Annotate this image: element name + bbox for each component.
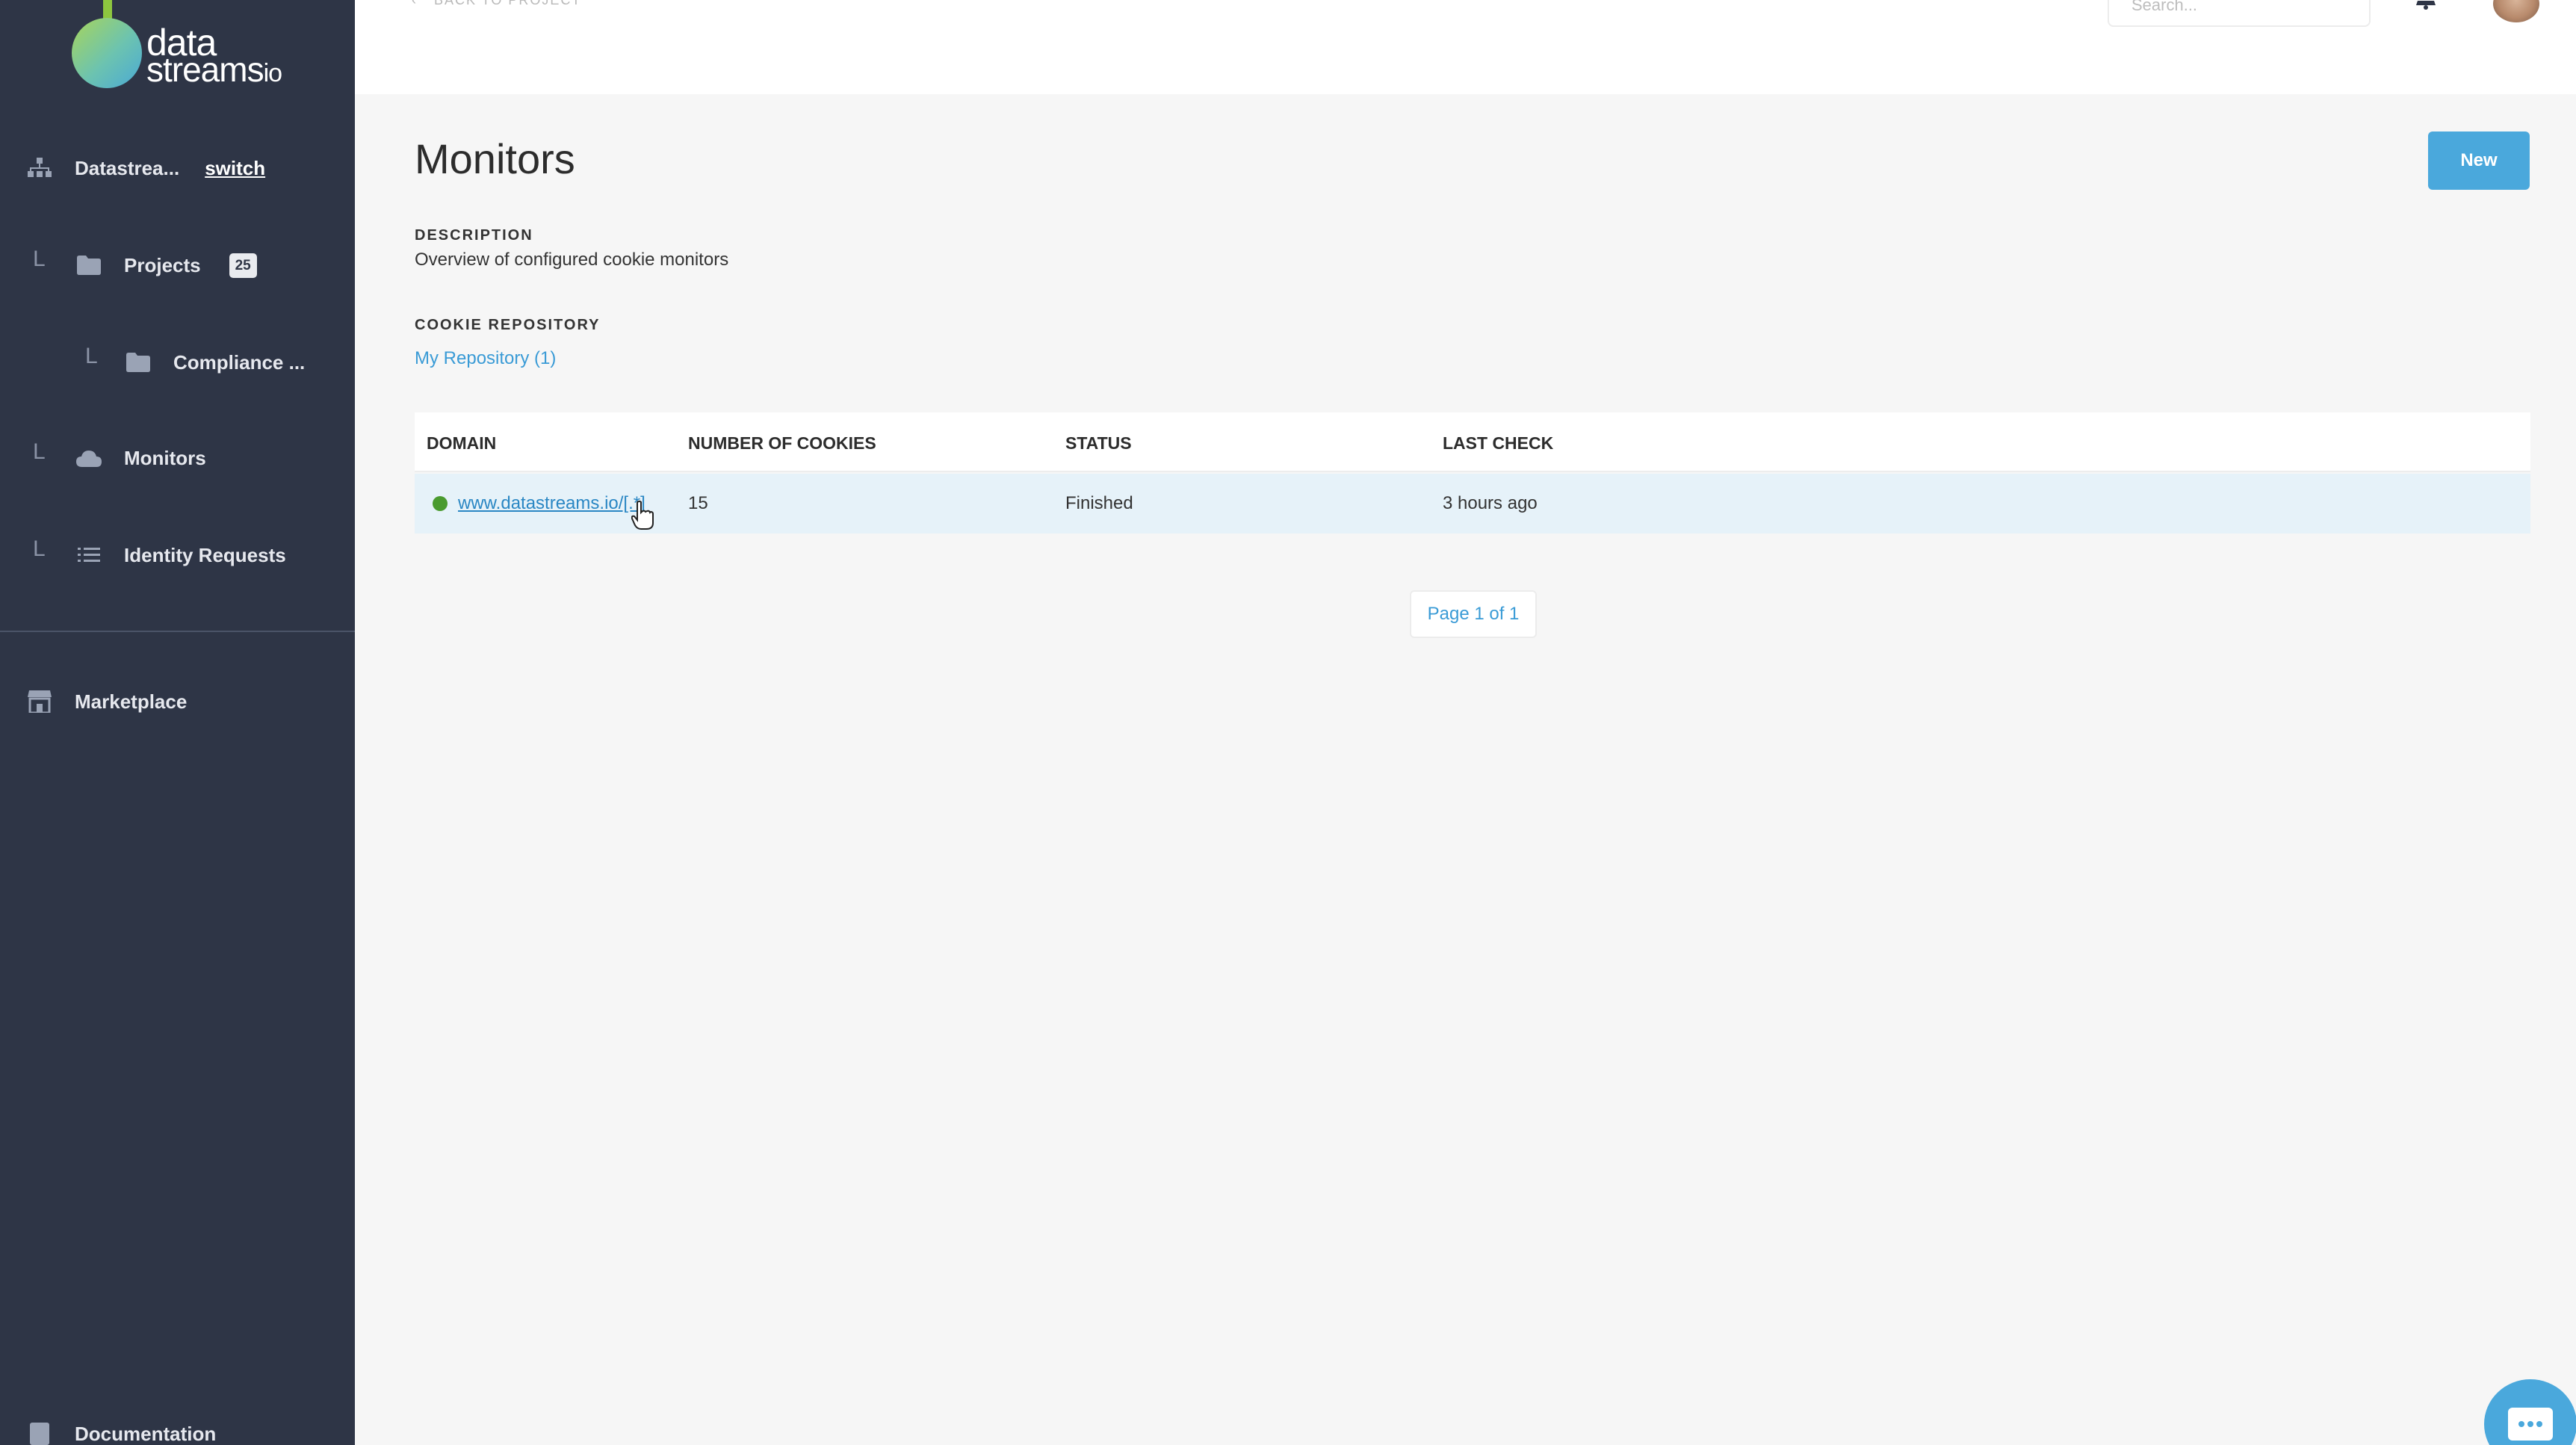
sidebar-org-row: Datastrea... switch: [27, 155, 265, 181]
new-monitor-button[interactable]: New: [2428, 131, 2530, 190]
sidebar-item-identity-requests[interactable]: Identity Requests: [76, 542, 286, 568]
sidebar-item-compliance[interactable]: Compliance ...: [126, 350, 305, 375]
chat-bubble-icon[interactable]: [2484, 1379, 2576, 1445]
table-header: DOMAIN NUMBER OF COOKIES STATUS LAST CHE…: [415, 412, 2530, 472]
sidebar-item-label: Compliance ...: [173, 350, 306, 374]
column-header-last-check[interactable]: LAST CHECK: [1443, 433, 1553, 454]
top-bar: ‹ BACK TO PROJECT Search...: [355, 0, 2576, 94]
sidebar-item-label: Documentation: [75, 1422, 217, 1445]
page-title: Monitors: [415, 135, 575, 182]
pagination-indicator[interactable]: Page 1 of 1: [1410, 590, 1537, 638]
datastreams-logo[interactable]: data streamsio: [72, 0, 288, 90]
tree-marker: L: [33, 439, 46, 464]
cookie-repository-label: COOKIE REPOSITORY: [415, 317, 601, 333]
column-header-status[interactable]: STATUS: [1065, 433, 1132, 454]
logo-text-streams-word: streams: [146, 50, 264, 89]
sidebar-divider: [0, 631, 355, 632]
cookie-count: 15: [688, 493, 708, 513]
column-header-domain[interactable]: DOMAIN: [427, 433, 496, 454]
store-icon: [27, 689, 52, 714]
search-input[interactable]: Search...: [2108, 0, 2371, 27]
logo-circle: [72, 18, 142, 88]
last-check-text: 3 hours ago: [1443, 493, 1538, 513]
list-icon: [76, 542, 102, 568]
logo-text-streams: streamsio: [146, 49, 282, 90]
tree-marker: L: [33, 536, 46, 561]
table-row[interactable]: www.datastreams.io/[.*] 15 Finished 3 ho…: [415, 474, 2530, 533]
sidebar-item-monitors[interactable]: Monitors: [76, 445, 206, 471]
folder-icon: [126, 350, 151, 375]
cloud-icon: [76, 445, 102, 471]
tree-marker: L: [85, 344, 98, 368]
sidebar-item-documentation[interactable]: Documentation: [27, 1421, 216, 1445]
back-to-project-link[interactable]: ‹ BACK TO PROJECT: [412, 0, 581, 8]
bell-icon[interactable]: [2415, 0, 2437, 10]
status-text: Finished: [1065, 493, 1133, 513]
sidebar-item-label: Projects: [124, 253, 201, 276]
sidebar-item-marketplace[interactable]: Marketplace: [27, 689, 187, 714]
hand-cursor-icon: [631, 501, 654, 530]
sidebar-org-label[interactable]: Datastrea...: [75, 157, 179, 180]
logo-text-io: io: [263, 59, 282, 87]
folder-icon: [76, 253, 102, 278]
user-avatar[interactable]: [2493, 0, 2539, 22]
column-header-cookies[interactable]: NUMBER OF COOKIES: [688, 433, 876, 454]
chevron-left-icon: ‹: [412, 0, 418, 7]
domain-link[interactable]: www.datastreams.io/[.*]: [458, 493, 645, 514]
sidebar-item-label: Monitors: [124, 446, 206, 469]
back-label: BACK TO PROJECT: [434, 0, 582, 7]
switch-org-link[interactable]: switch: [205, 157, 265, 180]
status-indicator-dot: [433, 496, 448, 511]
sidebar-item-label: Identity Requests: [124, 543, 286, 566]
sidebar-item-projects[interactable]: Projects 25: [76, 253, 257, 278]
monitors-table: DOMAIN NUMBER OF COOKIES STATUS LAST CHE…: [415, 412, 2530, 533]
projects-count-badge: 25: [229, 253, 257, 278]
sitemap-icon: [27, 155, 52, 181]
tree-marker: L: [33, 247, 46, 271]
description-label: DESCRIPTION: [415, 227, 533, 244]
description-text: Overview of configured cookie monitors: [415, 250, 729, 270]
sidebar: data streamsio Datastrea... switch L Pro…: [0, 0, 355, 1445]
repository-link[interactable]: My Repository (1): [415, 348, 556, 369]
book-icon: [27, 1421, 52, 1445]
sidebar-item-label: Marketplace: [75, 690, 188, 713]
main-content: Monitors New DESCRIPTION Overview of con…: [355, 94, 2576, 1445]
